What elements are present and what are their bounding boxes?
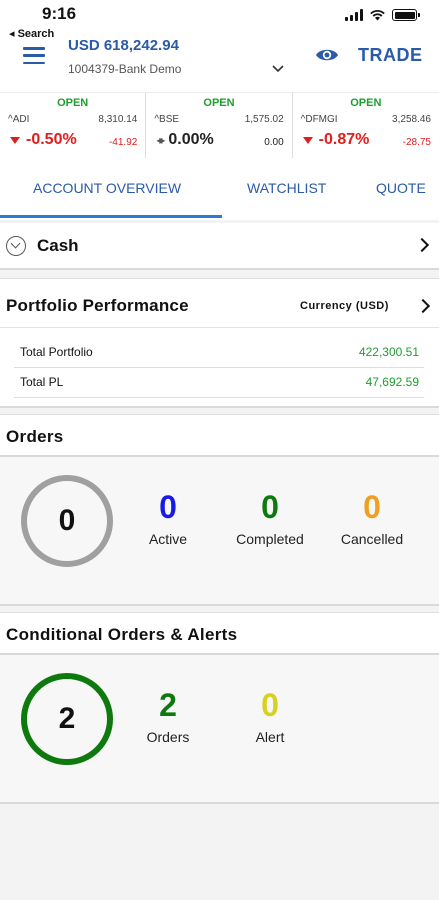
- ticker-adi[interactable]: OPEN ^ADI 8,310.14 -0.50% -41.92: [0, 93, 147, 158]
- row-label: Total PL: [20, 375, 64, 389]
- ticker-bse[interactable]: OPEN ^BSE 1,575.02 ◂▸ 0.00% 0.00: [146, 93, 293, 158]
- orders-total-ring[interactable]: 0: [21, 475, 113, 567]
- down-arrow-icon: [302, 136, 313, 144]
- conditional-orders-stat[interactable]: 2 Orders: [136, 687, 200, 745]
- orders-title: Orders: [6, 427, 64, 446]
- status-time: 9:16: [42, 4, 77, 23]
- portfolio-performance-section: Portfolio Performance Currency (USD) Tot…: [0, 278, 439, 408]
- tab-bar: ACCOUNT OVERVIEW WATCHLIST QUOTE: [0, 158, 439, 220]
- status-bar: 9:16 ◂ Search: [0, 0, 439, 40]
- tab-account-overview[interactable]: ACCOUNT OVERVIEW: [33, 180, 181, 196]
- ticker-change: -41.92: [108, 137, 138, 148]
- cellular-signal-icon: [345, 9, 363, 21]
- hamburger-menu-icon[interactable]: [23, 47, 45, 64]
- chevron-right-icon[interactable]: [415, 298, 431, 314]
- stat-value: 0: [261, 687, 279, 723]
- currency-selector[interactable]: Currency (USD): [300, 300, 389, 312]
- tab-watchlist[interactable]: WATCHLIST: [247, 180, 326, 196]
- battery-icon: [392, 9, 420, 21]
- ticker-change: -28.75: [402, 137, 431, 148]
- stat-label: Orders: [146, 729, 190, 745]
- cash-label: Cash: [37, 236, 79, 255]
- ticker-symbol: ^DFMGI: [300, 114, 338, 125]
- ticker-dfmgi[interactable]: OPEN ^DFMGI 3,258.46 -0.87% -28.75: [293, 93, 439, 158]
- ticker-symbol: ^BSE: [154, 114, 180, 125]
- ticker-value: 8,310.14: [98, 114, 138, 125]
- wifi-icon: [370, 9, 385, 21]
- orders-cancelled-stat[interactable]: 0 Cancelled: [333, 489, 411, 547]
- active-tab-indicator: [0, 215, 222, 218]
- market-status: OPEN: [203, 97, 235, 109]
- orders-active-stat[interactable]: 0 Active: [136, 489, 200, 547]
- orders-section: Orders 0 0 Active 0 Completed 0 Cancelle…: [0, 414, 439, 606]
- stat-value: 0: [261, 489, 279, 525]
- ticker-percent-change: -0.87%: [302, 131, 370, 149]
- market-status: OPEN: [57, 97, 89, 109]
- portfolio-row-total: Total Portfolio 422,300.51: [14, 338, 424, 368]
- conditional-title: Conditional Orders & Alerts: [6, 625, 238, 644]
- stat-label: Completed: [236, 531, 304, 547]
- ticker-percent-change: -0.50%: [10, 131, 77, 149]
- market-ticker-strip: OPEN ^ADI 8,310.14 -0.50% -41.92 OPEN ^B…: [0, 92, 439, 158]
- orders-header: Orders: [0, 415, 439, 457]
- stat-label: Cancelled: [340, 531, 404, 547]
- ticker-percent: -0.87%: [318, 131, 370, 148]
- portfolio-title: Portfolio Performance: [6, 296, 189, 315]
- portfolio-row-pl: Total PL 47,692.59: [14, 368, 424, 398]
- stat-value: 0: [363, 489, 381, 525]
- ticker-symbol: ^ADI: [8, 114, 30, 125]
- divider: [0, 327, 439, 328]
- stat-label: Alert: [255, 729, 285, 745]
- down-arrow-icon: [10, 136, 20, 144]
- market-status: OPEN: [350, 97, 382, 109]
- stat-label: Active: [148, 531, 188, 547]
- app-header: USD 618,242.94 1004379-Bank Demo TRADE: [0, 37, 439, 92]
- chevron-right-icon[interactable]: [414, 237, 430, 253]
- account-name[interactable]: 1004379-Bank Demo: [68, 62, 181, 76]
- back-to-search-link[interactable]: ◂ Search: [9, 27, 54, 40]
- stat-value: 0: [159, 489, 177, 525]
- eye-icon[interactable]: [315, 46, 339, 64]
- expand-circle-icon[interactable]: [6, 236, 26, 256]
- orders-completed-stat[interactable]: 0 Completed: [226, 489, 314, 547]
- conditional-alert-stat[interactable]: 0 Alert: [238, 687, 302, 745]
- row-value: 47,692.59: [365, 375, 419, 389]
- row-value: 422,300.51: [358, 345, 419, 359]
- ticker-change: 0.00: [264, 137, 284, 148]
- conditional-orders-section: Conditional Orders & Alerts 2 2 Orders 0…: [0, 612, 439, 804]
- status-icons: [345, 9, 420, 21]
- ticker-percent-change: ◂▸ 0.00%: [156, 131, 213, 149]
- conditional-total-ring[interactable]: 2: [21, 673, 113, 765]
- row-label: Total Portfolio: [20, 345, 93, 359]
- chevron-down-icon[interactable]: [270, 60, 286, 76]
- conditional-header: Conditional Orders & Alerts: [0, 613, 439, 655]
- trade-button[interactable]: TRADE: [358, 45, 423, 66]
- ticker-value: 1,575.02: [244, 114, 284, 125]
- ticker-percent: -0.50%: [26, 131, 77, 148]
- account-balance: USD 618,242.94: [68, 37, 179, 54]
- stat-value: 2: [159, 687, 177, 723]
- unchanged-arrows-icon: ◂▸: [156, 133, 165, 147]
- cash-section-header[interactable]: Cash: [0, 223, 439, 270]
- ticker-value: 3,258.46: [392, 114, 431, 125]
- tab-quote[interactable]: QUOTE: [376, 180, 426, 196]
- ticker-percent: 0.00%: [168, 131, 214, 148]
